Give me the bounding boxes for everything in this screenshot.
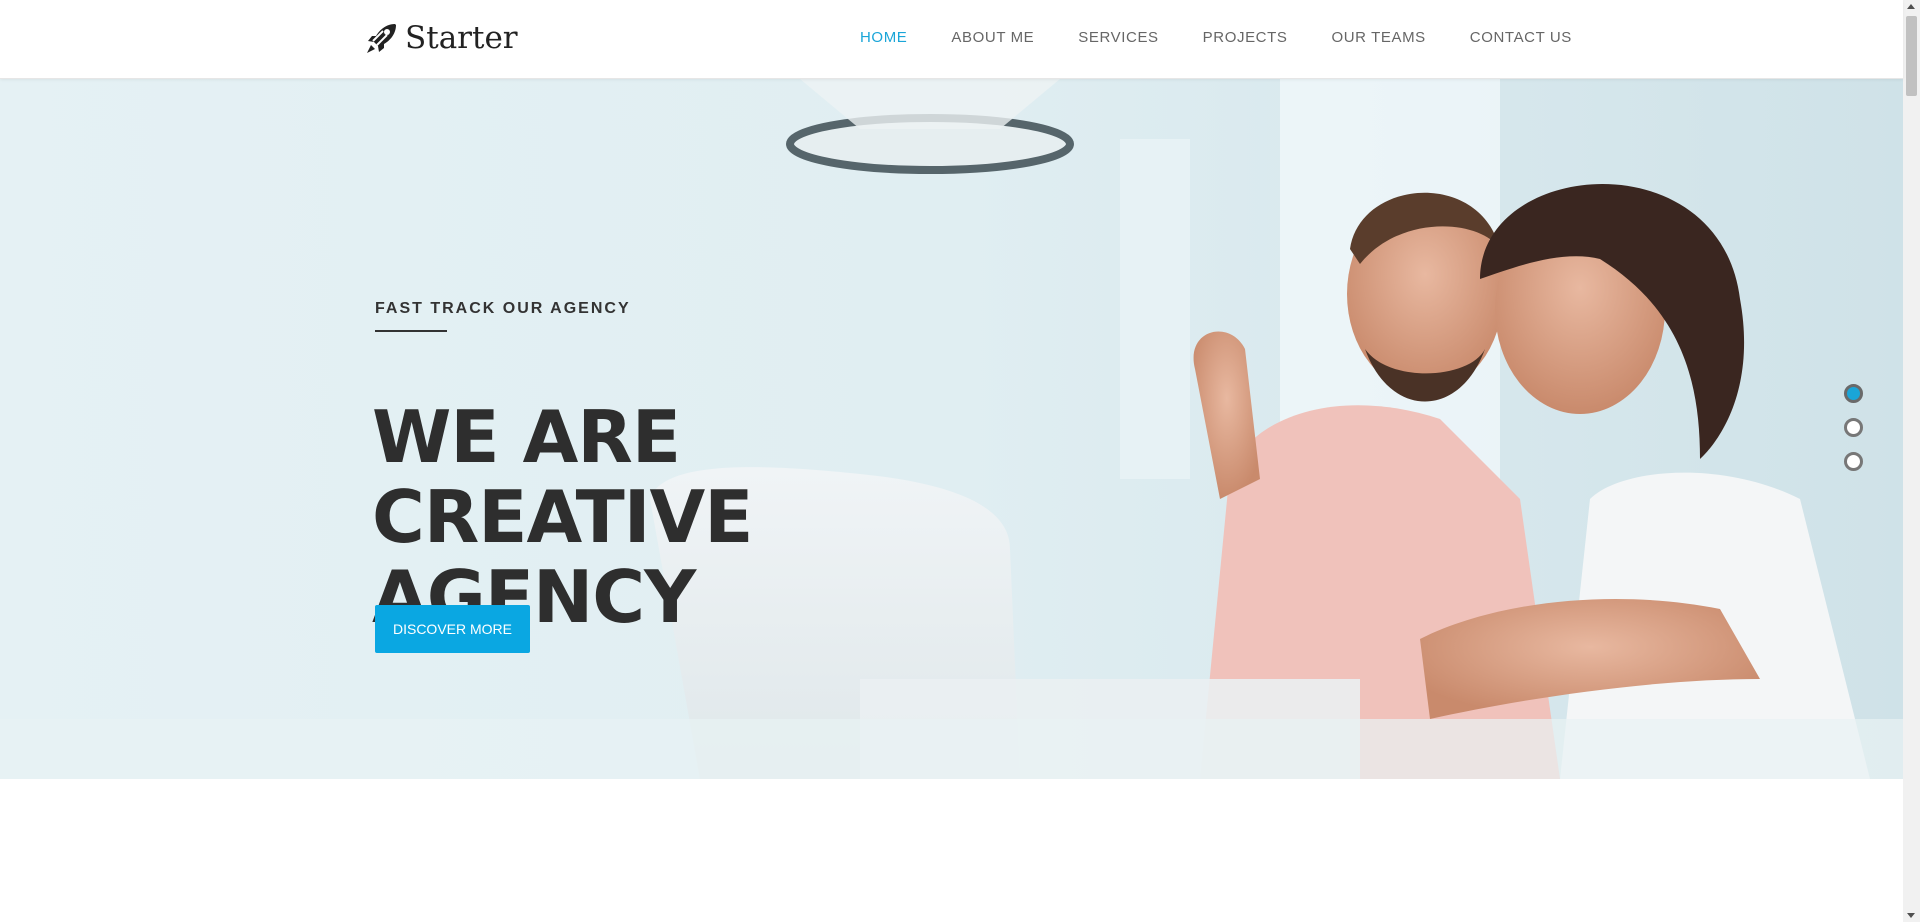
slide-dot-2[interactable]: [1844, 418, 1863, 437]
hero-section: FAST TRACK OUR AGENCY WE ARE CREATIVE AG…: [0, 79, 1903, 779]
nav-services[interactable]: SERVICES: [1078, 29, 1158, 46]
hero-headline-line1: WE ARE CREATIVE: [372, 395, 753, 559]
slide-dot-1[interactable]: [1844, 384, 1863, 403]
hero-headline: WE ARE CREATIVE AGENCY: [372, 397, 1072, 637]
page-scrollbar[interactable]: [1903, 0, 1920, 922]
nav-about-me[interactable]: ABOUT ME: [951, 29, 1034, 46]
brand-name: Starter: [405, 20, 518, 56]
discover-more-button[interactable]: DISCOVER MORE: [375, 605, 530, 653]
slider-pagination: [1844, 384, 1863, 486]
nav-projects[interactable]: PROJECTS: [1203, 29, 1288, 46]
brand-logo[interactable]: Starter: [365, 20, 518, 56]
slide-dot-3[interactable]: [1844, 452, 1863, 471]
site-header: Starter HOME ABOUT ME SERVICES PROJECTS …: [0, 0, 1903, 79]
nav-our-teams[interactable]: OUR TEAMS: [1331, 29, 1425, 46]
nav-contact-us[interactable]: CONTACT US: [1470, 29, 1572, 46]
scroll-thumb[interactable]: [1906, 16, 1917, 96]
scroll-up-arrow-icon[interactable]: [1907, 4, 1915, 9]
hero-eyebrow: FAST TRACK OUR AGENCY: [375, 300, 631, 317]
rocket-icon: [367, 24, 396, 53]
eyebrow-underline: [375, 330, 447, 332]
main-nav: HOME ABOUT ME SERVICES PROJECTS OUR TEAM…: [860, 29, 1616, 46]
scroll-down-arrow-icon[interactable]: [1907, 913, 1915, 918]
nav-home[interactable]: HOME: [860, 29, 907, 46]
